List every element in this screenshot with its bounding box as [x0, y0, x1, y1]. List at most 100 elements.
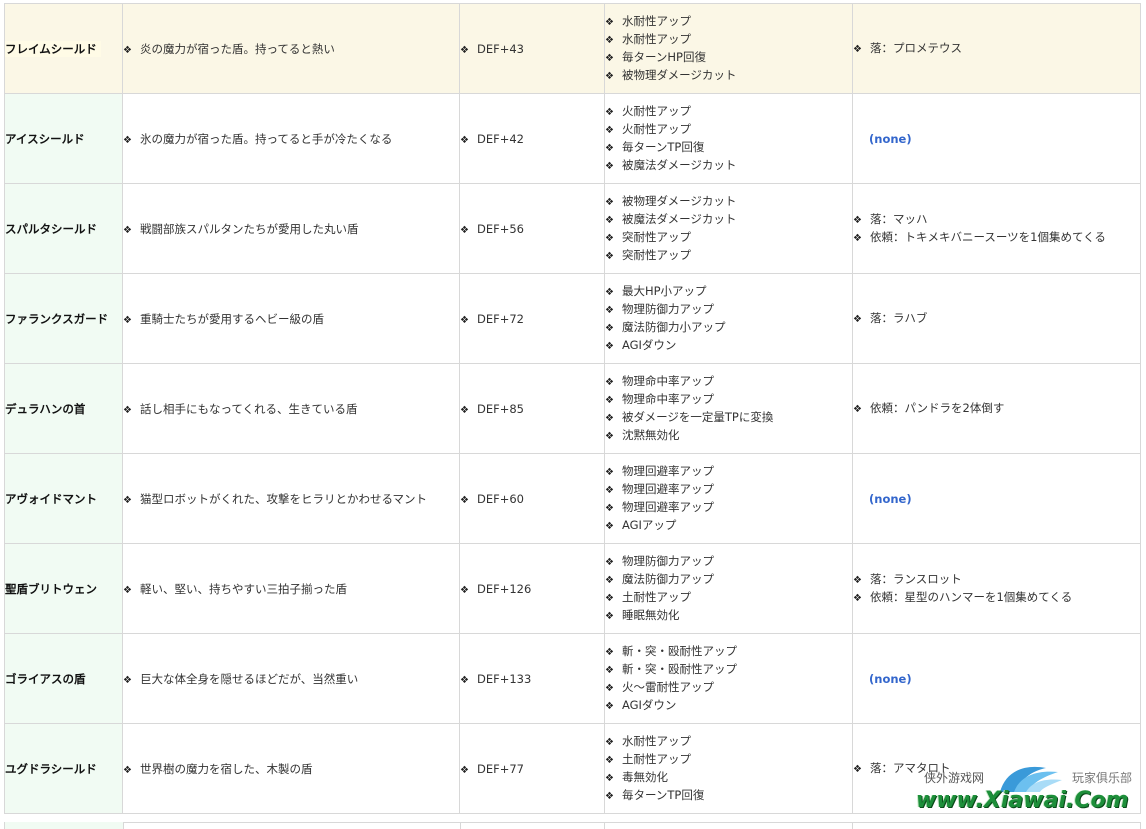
source-item: ❖ 落：ランスロット [853, 571, 1140, 589]
bullet-icon: ❖ [123, 404, 132, 416]
effect-text: 物理防御力アップ [621, 553, 714, 568]
effect-text: 物理回避率アップ [621, 463, 714, 478]
effect-text: 火耐性アップ [621, 103, 691, 118]
item-name: アヴォイドマント [5, 491, 97, 506]
effect-item: ❖ 被魔法ダメージカット [605, 157, 852, 175]
bullet-icon: ❖ [605, 700, 614, 712]
effect-item: ❖ 物理回避率アップ [605, 499, 852, 517]
bullet-icon: ❖ [853, 313, 862, 325]
effect-text: 毒無効化 [621, 769, 668, 784]
effect-text: AGIアップ [621, 517, 677, 532]
effect-item: ❖ 毒無効化 [605, 769, 852, 787]
effect-item: ❖ 魔法防御力小アップ [605, 319, 852, 337]
item-name-cell: ユグドラシールド [4, 723, 123, 814]
item-def-cell: ❖ DEF+42 [459, 93, 605, 184]
bullet-icon: ❖ [853, 763, 862, 775]
item-name-cell: ファランクスガード [4, 273, 123, 364]
effect-item: ❖ 突耐性アップ [605, 247, 852, 265]
item-source-cell: ❖ 落：プロメテウス [852, 3, 1141, 94]
bullet-icon: ❖ [605, 664, 614, 676]
bullet-icon: ❖ [605, 754, 614, 766]
bullet-icon: ❖ [605, 16, 614, 28]
effect-item: ❖ 土耐性アップ [605, 751, 852, 769]
item-name: スパルタシールド [5, 221, 97, 236]
bullet-icon: ❖ [460, 134, 469, 146]
item-name: ゴライアスの盾 [5, 671, 86, 686]
bullet-icon: ❖ [605, 250, 614, 262]
source-item: ❖ 依頼：星型のハンマーを1個集めてくる [853, 589, 1140, 607]
effect-text: 水耐性アップ [621, 13, 691, 28]
item-source-cell: (none) [852, 633, 1141, 724]
bullet-icon: ❖ [605, 646, 614, 658]
item-name: ファランクスガード [5, 311, 109, 326]
item-name-cell: デュラハンの首 [4, 363, 123, 454]
source-none: (none) [869, 671, 912, 686]
effect-item: ❖ 物理命中率アップ [605, 391, 852, 409]
bullet-icon: ❖ [853, 214, 862, 226]
item-name: 聖盾ブリトウェン [5, 581, 97, 596]
effect-text: 沈黙無効化 [621, 427, 680, 442]
bullet-icon: ❖ [605, 556, 614, 568]
bullet-icon: ❖ [853, 232, 862, 244]
bullet-icon: ❖ [605, 502, 614, 514]
table-row: 聖盾ブリトウェン ❖ 軽い、堅い、持ちやすい三拍子揃った盾 ❖ DEF+126 ❖ 物理防御… [4, 543, 1141, 634]
bullet-icon: ❖ [605, 430, 614, 442]
effect-text: 物理回避率アップ [621, 499, 714, 514]
watermark-site-name: 侠外游戏网 [924, 771, 985, 785]
item-def: DEF+126 [476, 581, 532, 596]
bullet-icon: ❖ [605, 232, 614, 244]
bullet-icon: ❖ [605, 610, 614, 622]
bullet-icon: ❖ [460, 584, 469, 596]
bullet-icon: ❖ [605, 34, 614, 46]
item-effects-cell: ❖ 火耐性アップ ❖ 火耐性アップ ❖ 毎ターンTP回復 ❖ 被魔法ダメージカット [604, 93, 853, 184]
item-name: ユグドラシールド [5, 761, 97, 776]
item-name-cell: 聖盾ブリトウェン [4, 543, 123, 634]
item-description: 炎の魔力が宿った盾。持ってると熱い [139, 41, 335, 56]
item-source-cell: ❖ 落：マッハ ❖ 依頼：トキメキバニースーツを1個集めてくる [852, 183, 1141, 274]
bullet-icon: ❖ [605, 340, 614, 352]
item-effects-cell: ❖ 斬・突・殴耐性アップ ❖ 斬・突・殴耐性アップ ❖ 火～雷耐性アップ ❖ AGIダウン [604, 633, 853, 724]
effect-item: ❖ 沈黙無効化 [605, 427, 852, 445]
effect-item: ❖ 被魔法ダメージカット [605, 211, 852, 229]
item-name: デュラハンの首 [5, 401, 86, 416]
bullet-icon: ❖ [605, 304, 614, 316]
source-text: 落：マッハ [869, 211, 928, 226]
effect-text: 被魔法ダメージカット [621, 157, 737, 172]
effect-text: 斬・突・殴耐性アップ [621, 661, 737, 676]
bullet-icon: ❖ [605, 106, 614, 118]
bullet-icon: ❖ [605, 772, 614, 784]
bullet-icon: ❖ [605, 466, 614, 478]
effect-text: AGIダウン [621, 337, 677, 352]
item-name: アイスシールド [5, 131, 85, 146]
bullet-icon: ❖ [460, 764, 469, 776]
bullet-icon: ❖ [123, 134, 132, 146]
item-description-cell: ❖ 軽い、堅い、持ちやすい三拍子揃った盾 [122, 543, 460, 634]
bullet-icon: ❖ [605, 736, 614, 748]
source-text: 依頼：トキメキバニースーツを1個集めてくる [869, 229, 1106, 244]
bullet-icon: ❖ [460, 404, 469, 416]
effect-item: ❖ AGIダウン [605, 337, 852, 355]
effect-item: ❖ 火～雷耐性アップ [605, 679, 852, 697]
source-text: 落：ラハブ [869, 310, 928, 325]
bullet-icon: ❖ [605, 322, 614, 334]
table-row: ファランクスガード ❖ 重騎士たちが愛用するヘビー級の盾 ❖ DEF+72 ❖ 最大HP小ア… [4, 273, 1141, 364]
effect-item: ❖ 物理防御力アップ [605, 553, 852, 571]
bullet-icon: ❖ [605, 142, 614, 154]
item-def: DEF+77 [476, 761, 524, 776]
effect-text: 魔法防御力アップ [621, 571, 714, 586]
source-text: 依頼：パンドラを2体倒す [869, 400, 1005, 415]
item-def: DEF+43 [476, 41, 524, 56]
bullet-icon: ❖ [123, 764, 132, 776]
bullet-icon: ❖ [123, 44, 132, 56]
effect-text: 土耐性アップ [621, 589, 691, 604]
effect-item: ❖ 水耐性アップ [605, 31, 852, 49]
item-def: DEF+56 [476, 221, 524, 236]
effect-text: 火耐性アップ [621, 121, 691, 136]
bullet-icon: ❖ [460, 224, 469, 236]
item-def-cell: ❖ DEF+133 [459, 633, 605, 724]
bullet-icon: ❖ [853, 403, 862, 415]
effect-text: 被ダメージを一定量TPに変換 [621, 409, 774, 424]
effect-text: 最大HP小アップ [621, 283, 707, 298]
effect-item: ❖ 火耐性アップ [605, 121, 852, 139]
item-effects-cell: ❖ 最大HP小アップ ❖ 物理防御力アップ ❖ 魔法防御力小アップ ❖ AGIダウン [604, 273, 853, 364]
